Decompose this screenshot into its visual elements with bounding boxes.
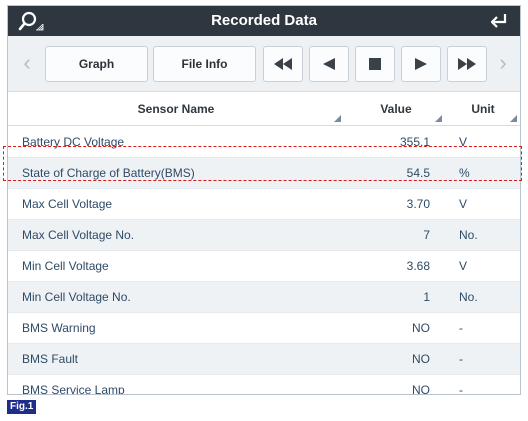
sensor-unit: V: [459, 259, 468, 273]
sensor-value: NO: [412, 383, 430, 395]
table-row[interactable]: State of Charge of Battery(BMS) 54.5 %: [8, 158, 520, 189]
column-header-unit[interactable]: Unit: [448, 93, 518, 126]
file-info-button[interactable]: File Info: [153, 46, 256, 82]
sensor-value: 7: [423, 228, 430, 242]
chevron-right-icon[interactable]: ›: [493, 50, 513, 76]
table-row[interactable]: Max Cell Voltage No. 7 No.: [8, 220, 520, 251]
sensor-name: BMS Service Lamp: [22, 383, 125, 395]
sensor-unit: -: [459, 383, 463, 395]
sensor-unit: -: [459, 321, 463, 335]
sensor-value: 355.1: [399, 135, 430, 149]
table-header: Sensor Name Value Unit: [8, 93, 520, 126]
title-bar: Recorded Data: [8, 6, 520, 36]
table-row[interactable]: BMS Fault NO -: [8, 344, 520, 375]
sort-corner-icon: [435, 115, 442, 122]
play-button[interactable]: [401, 46, 441, 82]
rewind-button[interactable]: [263, 46, 303, 82]
sensor-value: NO: [412, 321, 430, 335]
table-row[interactable]: Min Cell Voltage 3.68 V: [8, 251, 520, 282]
toolbar: ‹ Graph File Info ›: [8, 36, 520, 92]
sensor-unit: -: [459, 352, 463, 366]
sensor-name: Max Cell Voltage No.: [22, 228, 135, 242]
page-title: Recorded Data: [211, 12, 317, 29]
play-icon: [415, 58, 427, 70]
stop-button[interactable]: [355, 46, 395, 82]
stop-icon: [369, 58, 381, 70]
recorded-data-screen: Recorded Data ‹ Graph File Info › Sensor…: [7, 5, 521, 395]
sensor-value: 1: [423, 290, 430, 304]
sensor-unit: V: [459, 135, 468, 149]
figure-label: Fig.1: [7, 400, 37, 414]
sensor-name: State of Charge of Battery(BMS): [22, 166, 195, 180]
sensor-name: BMS Warning: [22, 321, 96, 335]
table-row[interactable]: BMS Warning NO -: [8, 313, 520, 344]
chevron-left-icon[interactable]: ‹: [17, 50, 37, 76]
sensor-name: Battery DC Voltage: [22, 135, 125, 149]
sensor-value: 3.70: [406, 197, 430, 211]
fast-forward-button[interactable]: [447, 46, 487, 82]
graph-button[interactable]: Graph: [45, 46, 148, 82]
step-back-icon: [323, 58, 335, 70]
sort-corner-icon: [510, 115, 517, 122]
table-row[interactable]: BMS Service Lamp NO -: [8, 375, 520, 395]
sensor-unit: %: [459, 166, 470, 180]
sensor-unit: No.: [459, 290, 478, 304]
sensor-name: Min Cell Voltage: [22, 259, 109, 273]
sensor-value: 54.5: [406, 166, 430, 180]
table-row[interactable]: Max Cell Voltage 3.70 V: [8, 189, 520, 220]
fast-forward-icon: [458, 58, 476, 70]
rewind-icon: [274, 58, 292, 70]
column-header-sensor-name[interactable]: Sensor Name: [8, 93, 344, 126]
table-row[interactable]: Min Cell Voltage No. 1 No.: [8, 282, 520, 313]
sensor-unit: V: [459, 197, 468, 211]
step-back-button[interactable]: [309, 46, 349, 82]
sensor-table-body: Battery DC Voltage 355.1 V State of Char…: [8, 127, 520, 395]
sensor-name: Min Cell Voltage No.: [22, 290, 131, 304]
column-header-value[interactable]: Value: [346, 93, 446, 126]
sensor-unit: No.: [459, 228, 478, 242]
sensor-value: NO: [412, 352, 430, 366]
sensor-name: Max Cell Voltage: [22, 197, 113, 211]
sort-corner-icon: [334, 115, 341, 122]
return-arrow-icon[interactable]: [488, 11, 510, 31]
table-row[interactable]: Battery DC Voltage 355.1 V: [8, 127, 520, 158]
sensor-value: 3.68: [406, 259, 430, 273]
sensor-name: BMS Fault: [22, 352, 79, 366]
